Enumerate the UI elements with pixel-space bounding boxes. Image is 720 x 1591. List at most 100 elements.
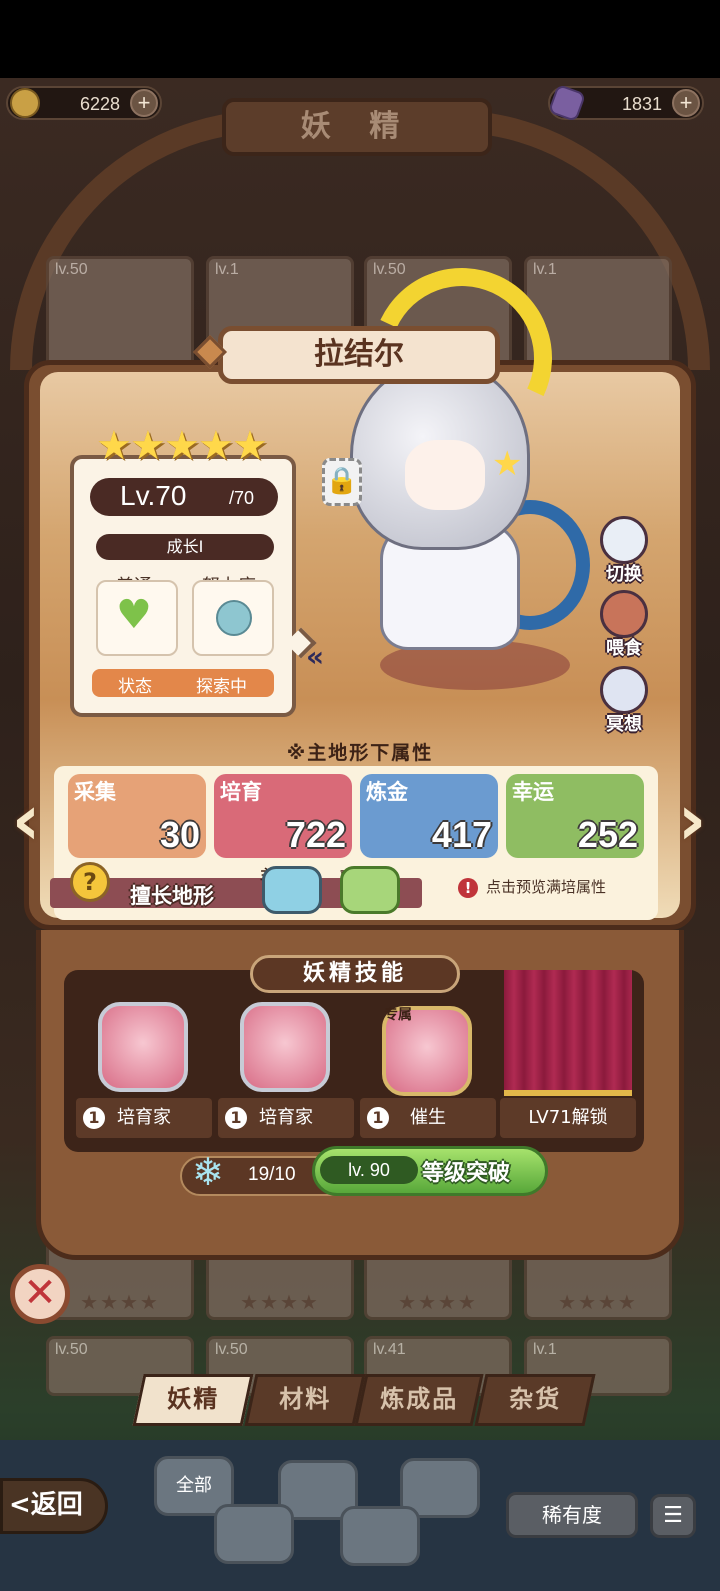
attr-gather: 采集 30 xyxy=(68,774,206,858)
tab-label: 材料 xyxy=(279,1385,332,1413)
prev-fairy-arrow[interactable]: ‹ xyxy=(2,780,50,860)
gold-value: 6228 xyxy=(79,94,120,114)
next-fairy-arrow[interactable]: › xyxy=(668,780,716,860)
mood-box: ♥ xyxy=(96,580,178,656)
tab-label: 炼成品 xyxy=(380,1385,459,1413)
bg-card-level: lv.50 xyxy=(373,261,406,278)
attributes-title: ※主地形下属性 xyxy=(286,742,434,764)
star-icon: ★ xyxy=(96,423,132,469)
locked-skill-curtain[interactable] xyxy=(504,970,632,1096)
preview-max-hint[interactable]: 点击预览满培属性 xyxy=(486,876,606,897)
add-gem-button[interactable]: + xyxy=(672,89,700,117)
skill-icon-breeder[interactable] xyxy=(98,1002,188,1092)
attr-breed: 培育 722 xyxy=(214,774,352,858)
switch-label: 切换 xyxy=(606,564,642,585)
bg-card-level: lv.1 xyxy=(215,261,239,278)
tab-products[interactable]: 炼成品 xyxy=(354,1374,484,1426)
level-current: Lv.70 xyxy=(120,480,187,511)
info-icon: ! xyxy=(458,878,478,898)
breakthrough-level: lv. 90 xyxy=(320,1156,418,1184)
bg-card-level: lv.1 xyxy=(533,261,557,278)
sort-order-button[interactable]: ☰ xyxy=(650,1494,696,1538)
back-button[interactable]: <返回 xyxy=(0,1478,108,1534)
page-title: 妖 精 xyxy=(222,98,492,156)
tab-label: 杂货 xyxy=(509,1385,562,1413)
attr-label: 幸运 xyxy=(512,780,554,804)
star-wand-icon: ★ xyxy=(492,444,523,484)
attr-alchemy: 炼金 417 xyxy=(360,774,498,858)
skill-icon-breeder[interactable] xyxy=(240,1002,330,1092)
filter-rock-button[interactable] xyxy=(340,1506,420,1566)
bg-card-level: lv.50 xyxy=(215,1341,248,1358)
meat-icon xyxy=(600,590,648,638)
level-display: Lv.70 /70 xyxy=(90,478,278,516)
crystal-icon: ❄ xyxy=(192,1150,224,1194)
star-icon: ★ xyxy=(164,423,200,469)
attr-label: 炼金 xyxy=(366,780,408,804)
grass-terrain-icon[interactable] xyxy=(340,866,400,914)
exclusive-tag: 专属 xyxy=(384,1007,412,1023)
effort-face-icon xyxy=(216,600,252,636)
material-count: 19/10 xyxy=(248,1164,296,1185)
bg-card-stars: ★★★★ xyxy=(398,1290,478,1314)
skill-level-badge: 1 xyxy=(80,1104,108,1132)
bg-card-stars: ★★★★ xyxy=(80,1290,160,1314)
attr-value: 722 xyxy=(285,814,346,855)
growth-rank: 成长I xyxy=(96,534,274,560)
meditate-label: 冥想 xyxy=(606,714,642,735)
attr-luck: 幸运 252 xyxy=(506,774,644,858)
effort-box xyxy=(192,580,274,656)
gem-counter: 1831 + xyxy=(547,83,704,123)
add-gold-button[interactable]: + xyxy=(130,89,158,117)
skill-level-badge: 1 xyxy=(222,1104,250,1132)
bulb-icon[interactable]: ? xyxy=(70,862,110,902)
fairy-name-banner: 拉结尔 xyxy=(218,326,500,384)
level-max: /70 xyxy=(229,488,255,508)
switch-button[interactable]: 切换 xyxy=(592,516,656,588)
status-label: 状态 xyxy=(118,677,152,697)
rarity-sort-button[interactable]: 稀有度 xyxy=(506,1492,638,1538)
gold-coin-icon xyxy=(10,88,40,118)
tab-label: 妖精 xyxy=(167,1385,220,1413)
status-value: 探索中 xyxy=(196,677,247,697)
attr-label: 培育 xyxy=(220,780,262,804)
meditate-button[interactable]: 冥想 xyxy=(592,666,656,738)
tab-goods[interactable]: 杂货 xyxy=(474,1374,596,1426)
tab-materials[interactable]: 材料 xyxy=(244,1374,366,1426)
skills-title: 妖精技能 xyxy=(250,955,460,993)
feed-button[interactable]: 喂食 xyxy=(592,590,656,662)
attr-label: 采集 xyxy=(74,780,116,804)
bg-card-level: lv.1 xyxy=(533,1341,557,1358)
collapse-chevron-icon[interactable]: « xyxy=(306,640,324,673)
breakthrough-label: 等级突破 xyxy=(422,1161,511,1186)
bg-card-level: lv.50 xyxy=(55,261,88,278)
status-bar: 状态 探索中 xyxy=(92,669,274,697)
attr-value: 252 xyxy=(577,814,638,855)
meditate-icon xyxy=(600,666,648,714)
tab-fairy[interactable]: 妖精 xyxy=(132,1374,254,1426)
character-face xyxy=(405,440,485,510)
skill-label: LV71解锁 xyxy=(500,1098,636,1138)
feed-label: 喂食 xyxy=(606,638,642,659)
attr-value: 30 xyxy=(159,814,200,855)
skill-level-badge: 1 xyxy=(364,1104,392,1132)
star-icon: ★ xyxy=(232,423,268,469)
bg-card-stars: ★★★★ xyxy=(558,1290,638,1314)
bg-card-level: lv.41 xyxy=(373,1341,406,1358)
status-bar-area xyxy=(0,0,720,78)
bg-card-stars: ★★★★ xyxy=(240,1290,320,1314)
water-terrain-icon[interactable] xyxy=(262,866,322,914)
fairy-name: 拉结尔 xyxy=(314,337,404,372)
gem-value: 1831 xyxy=(621,94,662,114)
gold-counter: 6228 + xyxy=(6,86,162,120)
bg-card-level: lv.50 xyxy=(55,1341,88,1358)
heart-icon: ♥ xyxy=(116,592,152,638)
switch-icon xyxy=(600,516,648,564)
attr-value: 417 xyxy=(431,814,492,855)
lock-icon[interactable]: 🔒 xyxy=(322,458,362,506)
close-button[interactable]: ✕ xyxy=(10,1264,70,1324)
filter-grass-button[interactable] xyxy=(214,1504,294,1564)
terrain-label: 擅长地形 xyxy=(130,884,214,908)
star-icon: ★ xyxy=(198,423,234,469)
star-icon: ★ xyxy=(130,423,166,469)
